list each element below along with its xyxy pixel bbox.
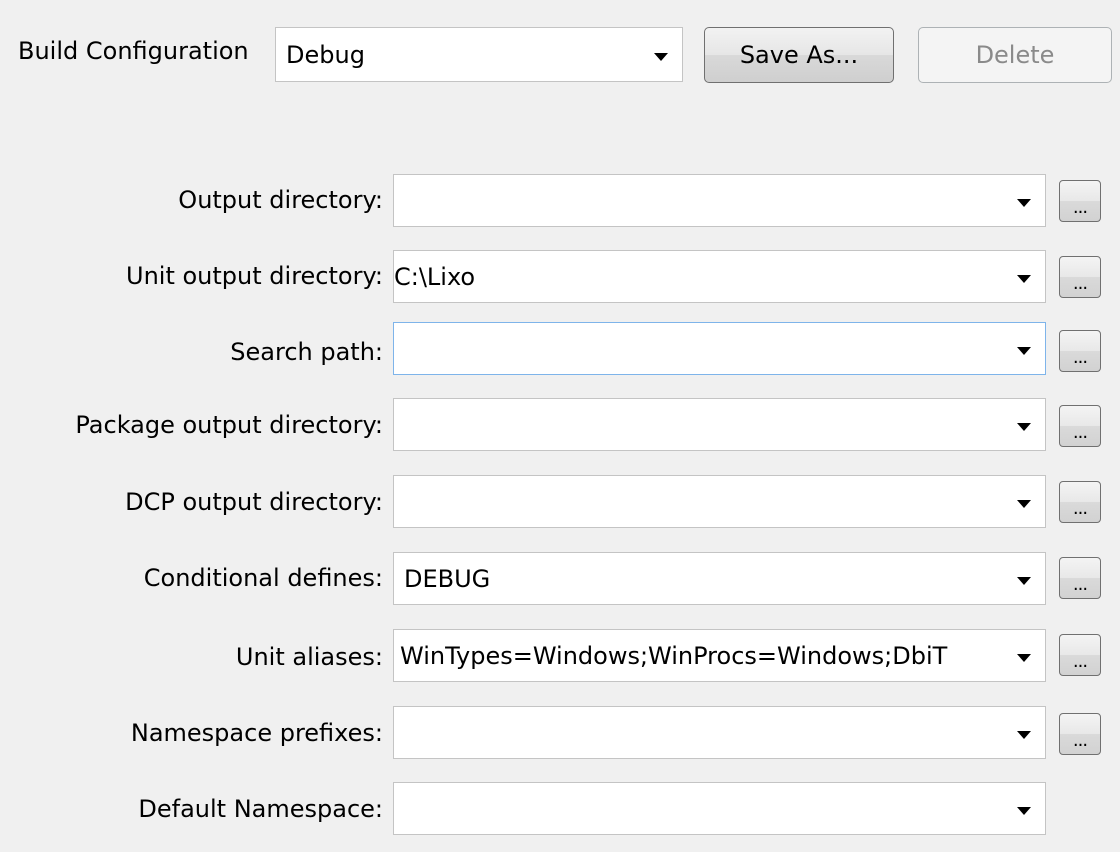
- namespace-prefixes-combo[interactable]: [393, 706, 1046, 759]
- chevron-down-icon[interactable]: [1017, 806, 1031, 815]
- browse-search-path-button[interactable]: ...: [1059, 330, 1101, 372]
- output-directory-value: [404, 175, 999, 226]
- chevron-down-icon[interactable]: [1017, 653, 1031, 662]
- package-output-directory-combo[interactable]: [393, 398, 1046, 451]
- build-configuration-value: Debug: [286, 40, 365, 69]
- unit-aliases-value: WinTypes=Windows;WinProcs=Windows;DbiT: [400, 641, 948, 670]
- chevron-down-icon[interactable]: [1017, 198, 1031, 207]
- conditional-defines-value: DEBUG: [404, 564, 491, 593]
- package-output-directory-label: Package output directory:: [75, 411, 383, 439]
- browse-package-output-directory-button[interactable]: ...: [1059, 405, 1101, 447]
- conditional-defines-combo[interactable]: DEBUG: [393, 552, 1046, 605]
- default-namespace-value: [404, 783, 999, 834]
- unit-output-directory-label: Unit output directory:: [126, 262, 383, 290]
- build-configuration-bar: Build Configuration Debug Save As... Del…: [0, 0, 1120, 110]
- browse-dcp-output-directory-button[interactable]: ...: [1059, 481, 1101, 523]
- search-path-label: Search path:: [230, 338, 383, 366]
- browse-unit-aliases-button[interactable]: ...: [1059, 634, 1101, 676]
- chevron-down-icon[interactable]: [1017, 499, 1031, 508]
- browse-namespace-prefixes-button[interactable]: ...: [1059, 713, 1101, 755]
- conditional-defines-label: Conditional defines:: [143, 564, 383, 592]
- chevron-down-icon[interactable]: [654, 52, 668, 61]
- browse-output-directory-button[interactable]: ...: [1059, 180, 1101, 222]
- delete-button[interactable]: Delete: [918, 27, 1112, 83]
- unit-output-directory-value: C:\Lixo: [394, 262, 476, 291]
- unit-output-directory-combo[interactable]: C:\Lixo: [393, 250, 1046, 303]
- chevron-down-icon[interactable]: [1017, 422, 1031, 431]
- unit-aliases-combo[interactable]: WinTypes=Windows;WinProcs=Windows;DbiT: [393, 629, 1046, 682]
- namespace-prefixes-value: [404, 707, 999, 758]
- output-directory-combo[interactable]: [393, 174, 1046, 227]
- search-path-value: [404, 323, 999, 374]
- default-namespace-label: Default Namespace:: [138, 795, 383, 823]
- output-directory-label: Output directory:: [178, 186, 383, 214]
- chevron-down-icon[interactable]: [1017, 730, 1031, 739]
- chevron-down-icon[interactable]: [1017, 576, 1031, 585]
- dcp-output-directory-label: DCP output directory:: [125, 488, 383, 516]
- chevron-down-icon[interactable]: [1017, 346, 1031, 355]
- default-namespace-combo[interactable]: [393, 782, 1046, 835]
- dcp-output-directory-combo[interactable]: [393, 475, 1046, 528]
- unit-aliases-label: Unit aliases:: [235, 643, 383, 671]
- search-path-combo[interactable]: [393, 322, 1046, 375]
- save-as-button[interactable]: Save As...: [704, 27, 894, 83]
- browse-conditional-defines-button[interactable]: ...: [1059, 557, 1101, 599]
- chevron-down-icon[interactable]: [1017, 274, 1031, 283]
- build-configuration-select[interactable]: Debug: [275, 27, 683, 82]
- build-configuration-label: Build Configuration: [18, 37, 249, 65]
- namespace-prefixes-label: Namespace prefixes:: [130, 719, 383, 747]
- package-output-directory-value: [404, 399, 999, 450]
- browse-unit-output-directory-button[interactable]: ...: [1059, 256, 1101, 298]
- dcp-output-directory-value: [404, 476, 999, 527]
